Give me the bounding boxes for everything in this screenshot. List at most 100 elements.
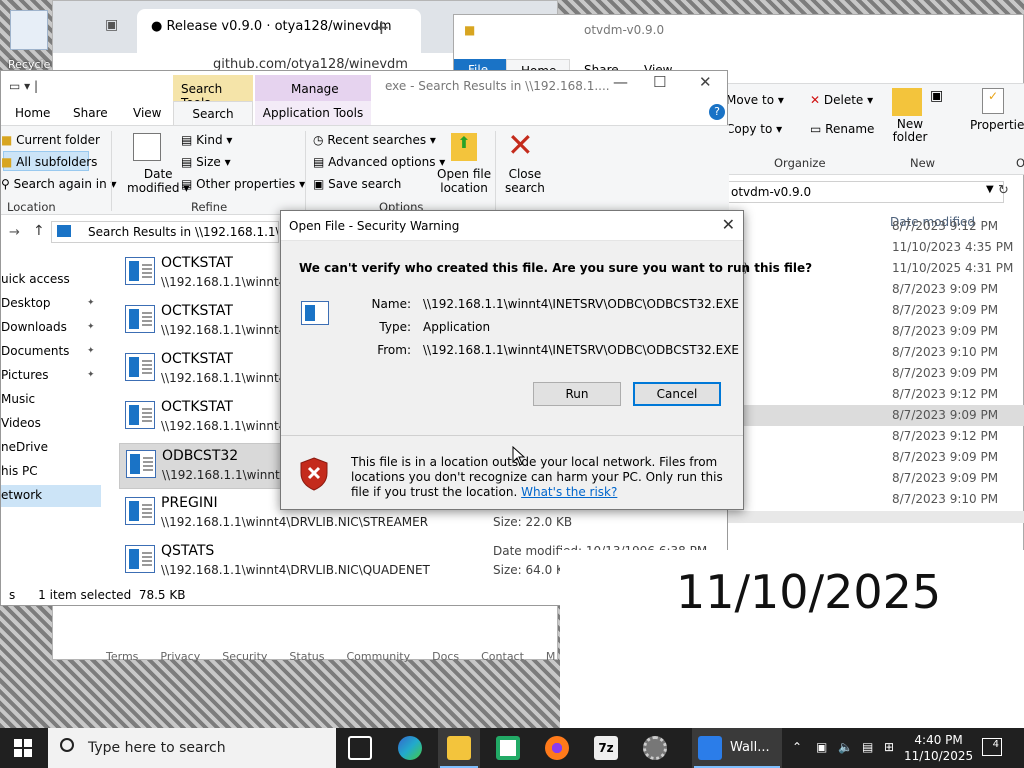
size-button[interactable]: ▤ Size ▾: [181, 155, 231, 169]
close-search-icon[interactable]: ✕: [507, 129, 534, 161]
help-icon[interactable]: ?: [709, 104, 725, 120]
pin-icon: ✦: [87, 298, 95, 308]
7zip-icon[interactable]: 7z: [594, 736, 618, 760]
search-again-in-button[interactable]: ⚲ Search again in ▾: [1, 177, 117, 191]
file-date-cell[interactable]: 8/7/2023 9:09 PM: [888, 321, 1024, 342]
item-name: QSTATS: [161, 543, 215, 559]
tab-share[interactable]: Share: [73, 101, 109, 125]
run-button[interactable]: Run: [533, 382, 621, 406]
wall-app-icon[interactable]: [698, 736, 722, 760]
network-icon[interactable]: ▤: [862, 740, 873, 754]
up-arrow-icon[interactable]: ↑: [33, 223, 45, 239]
footer-link[interactable]: M: [546, 650, 556, 663]
file-date-cell[interactable]: 8/7/2023 9:09 PM: [724, 405, 1024, 426]
footer-link[interactable]: Privacy: [160, 650, 200, 663]
move-to-button[interactable]: Move to ▾: [726, 93, 784, 107]
item-path: \\192.168.1.1\winnt4\D: [161, 275, 300, 289]
quick-access-toolbar[interactable]: ▭ ▾ |: [9, 79, 38, 93]
nav-item[interactable]: Documents ✦: [1, 341, 101, 363]
footer-link[interactable]: Status: [289, 650, 324, 663]
firefox-icon[interactable]: [545, 736, 569, 760]
close-search-button[interactable]: Close search: [505, 167, 545, 195]
footer-link[interactable]: Contact: [481, 650, 524, 663]
file-date-cell[interactable]: 8/7/2023 9:09 PM: [888, 279, 1024, 300]
file-date-cell[interactable]: 8/7/2023 9:09 PM: [888, 468, 1024, 489]
start-button[interactable]: [14, 739, 32, 757]
volume-icon[interactable]: 🔈: [838, 740, 853, 754]
minimize-button[interactable]: —: [613, 73, 628, 91]
dialog-close-button[interactable]: ✕: [722, 215, 735, 234]
new-folder-button[interactable]: New folder: [890, 118, 930, 144]
task-view-icon[interactable]: [348, 736, 372, 760]
nav-item[interactable]: Desktop ✦: [1, 293, 101, 315]
file-explorer-icon[interactable]: [447, 736, 471, 760]
file-date-cell[interactable]: 11/10/2023 4:35 PM: [888, 237, 1024, 258]
tab-home[interactable]: Home: [15, 101, 50, 125]
current-folder-button[interactable]: ■ Current folder: [1, 133, 100, 147]
kind-button[interactable]: ▤ Kind ▾: [181, 133, 232, 147]
footer-link[interactable]: Docs: [432, 650, 459, 663]
file-date-cell[interactable]: 8/7/2023 9:10 PM: [888, 342, 1024, 363]
advanced-options-button[interactable]: ▤ Advanced options ▾: [313, 155, 445, 169]
cancel-button[interactable]: Cancel: [633, 382, 721, 406]
store-icon[interactable]: [496, 736, 520, 760]
delete-button[interactable]: ✕ Delete ▾: [810, 93, 873, 107]
properties-button[interactable]: Properties: [970, 118, 1024, 132]
rename-button[interactable]: ▭ Rename: [810, 122, 874, 136]
nav-item[interactable]: uick access: [1, 269, 101, 291]
tab-view[interactable]: View: [133, 101, 163, 125]
file-date-cell[interactable]: 8/7/2023 9:09 PM: [888, 300, 1024, 321]
save-search-button[interactable]: ▣ Save search: [313, 177, 401, 191]
nav-item[interactable]: his PC: [1, 461, 101, 483]
chevron-down-icon[interactable]: ▼: [986, 184, 994, 195]
nav-item[interactable]: Downloads ✦: [1, 317, 101, 339]
refresh-icon[interactable]: ↻: [998, 183, 1009, 198]
new-tab-icon[interactable]: +: [373, 15, 390, 39]
footer-link[interactable]: Community: [346, 650, 410, 663]
open-file-location-icon[interactable]: ⬆: [451, 133, 477, 161]
edge-icon[interactable]: [398, 736, 422, 760]
file-date-cell[interactable]: 8/7/2023 9:10 PM: [888, 489, 1024, 510]
nav-item[interactable]: neDrive: [1, 437, 101, 459]
file-date-cell[interactable]: 8/7/2023 9:09 PM: [888, 363, 1024, 384]
whats-the-risk-link[interactable]: What's the risk?: [521, 485, 617, 499]
taskbar-clock[interactable]: 4:40 PM 11/10/2025: [904, 732, 973, 764]
wall-app-label[interactable]: Wall...: [730, 740, 770, 755]
other-properties-button[interactable]: ▤ Other properties ▾: [181, 177, 305, 191]
footer-link[interactable]: Security: [222, 650, 267, 663]
close-button[interactable]: ✕: [699, 73, 712, 91]
address-bar[interactable]: Search Results in \\192.168.1.1\winnt4: [51, 221, 279, 243]
tab-application-tools[interactable]: Application Tools: [255, 101, 371, 125]
status-selected: 1 item selected: [38, 588, 132, 602]
new-folder-icon[interactable]: [892, 88, 922, 116]
tab-manager-icon[interactable]: ▣: [105, 17, 118, 33]
keyboard-icon[interactable]: ⊞: [884, 740, 894, 754]
copy-to-button[interactable]: Copy to ▾: [726, 122, 782, 136]
file-date-cell[interactable]: 8/7/2023 9:09 PM: [888, 447, 1024, 468]
tab-search[interactable]: Search: [173, 101, 253, 125]
maximize-button[interactable]: ☐: [653, 73, 666, 91]
file-date-cell[interactable]: 8/7/2023 9:12 PM: [888, 384, 1024, 405]
open-file-location-button[interactable]: Open file location: [437, 167, 491, 195]
file-date-cell[interactable]: 11/10/2025 4:31 PM: [888, 258, 1024, 279]
show-hidden-icons-icon[interactable]: ⌃: [792, 740, 802, 754]
nav-item[interactable]: etwork: [1, 485, 101, 507]
footer-link[interactable]: Terms: [106, 650, 138, 663]
new-item-icon[interactable]: ▣: [930, 88, 943, 104]
forward-arrow-icon[interactable]: →: [9, 225, 20, 240]
recycle-bin-icon[interactable]: [10, 10, 48, 50]
calendar-icon[interactable]: [133, 133, 161, 161]
settings-gear-icon[interactable]: [643, 736, 667, 760]
meet-now-icon[interactable]: ▣: [816, 740, 827, 754]
taskbar-search-box[interactable]: Type here to search: [48, 728, 336, 768]
file-date-cell[interactable]: 8/7/2023 9:12 PM: [888, 426, 1024, 447]
file-date-cell[interactable]: 8/7/2023 9:12 PM: [888, 216, 1024, 237]
otvdm-address-bar[interactable]: otvdm-v0.9.0: [724, 181, 1004, 203]
nav-item[interactable]: Pictures ✦: [1, 365, 101, 387]
recent-searches-button[interactable]: ◷ Recent searches ▾: [313, 133, 436, 147]
properties-icon[interactable]: ✓: [982, 88, 1004, 114]
nav-item[interactable]: Music: [1, 389, 101, 411]
all-subfolders-button[interactable]: ■ All subfolders: [1, 155, 97, 169]
notification-center-icon[interactable]: 4: [982, 738, 1002, 756]
nav-item[interactable]: Videos: [1, 413, 101, 435]
